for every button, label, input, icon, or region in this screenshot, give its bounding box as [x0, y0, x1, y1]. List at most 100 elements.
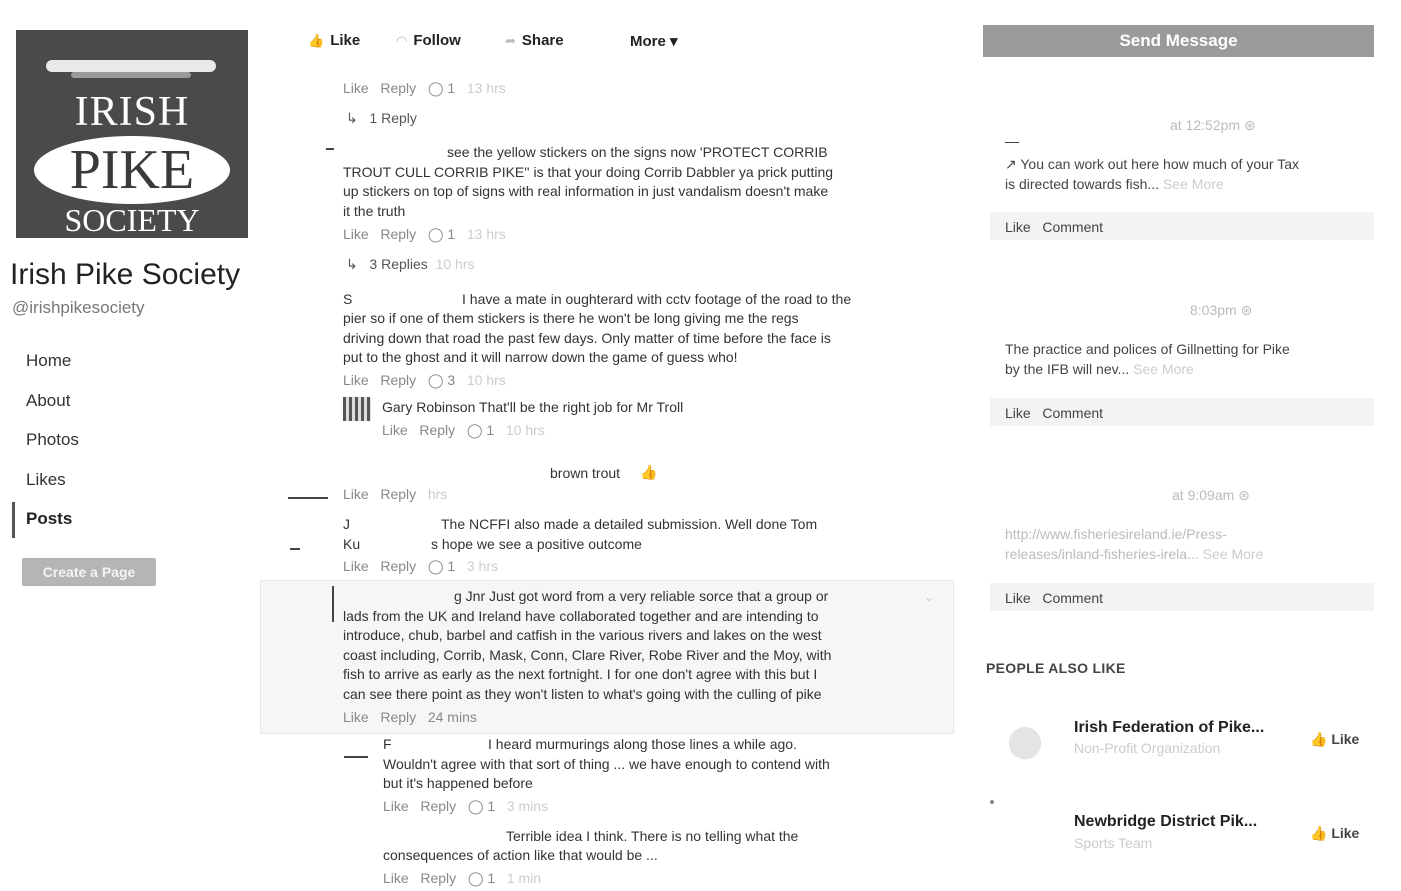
- comment-text: coast including, Corrib, Mask, Conn, Cla…: [343, 647, 832, 663]
- comment-time[interactable]: 3 mins: [507, 798, 548, 814]
- avatar[interactable]: [344, 756, 368, 758]
- comment-time[interactable]: 3 hrs: [467, 558, 498, 574]
- comment-like-link[interactable]: Like: [343, 372, 369, 388]
- post-comment-button[interactable]: Comment: [1042, 590, 1103, 606]
- comment-like-link[interactable]: Like: [343, 80, 369, 96]
- post-time-label: 8:03pm: [1190, 302, 1237, 318]
- comment-time[interactable]: 10 hrs: [506, 422, 545, 438]
- post-link-text[interactable]: http://www.fisheriesireland.ie/Press-: [1005, 524, 1227, 544]
- post-actions: Like Comment: [1005, 405, 1103, 421]
- avatar[interactable]: [332, 586, 334, 622]
- comment-like-link[interactable]: Like: [343, 226, 369, 242]
- share-arrow-icon: ➦: [505, 33, 516, 48]
- avatar[interactable]: [288, 497, 328, 499]
- share-button[interactable]: ➦ Share: [505, 32, 564, 49]
- comment-like-link[interactable]: Like: [343, 709, 369, 725]
- comment-text: The NCFFI also made a detailed submissio…: [441, 516, 818, 532]
- comment-reply-link[interactable]: Reply: [380, 558, 416, 574]
- post-actions: Like Comment: [1005, 219, 1103, 235]
- comment-reply-link[interactable]: Reply: [420, 798, 456, 814]
- comment-text: up stickers on top of signs with real in…: [343, 183, 829, 199]
- thumbs-up-icon: 👍: [640, 464, 658, 480]
- comment-like-link[interactable]: Like: [343, 486, 369, 502]
- comment-author[interactable]: J: [343, 515, 350, 535]
- like-count: 1: [447, 80, 456, 96]
- nav-about[interactable]: About: [26, 391, 70, 411]
- comment-meta: Like Reply ◯ 1 13 hrs: [343, 80, 506, 97]
- comment-time[interactable]: 24 mins: [428, 709, 477, 725]
- see-more-link[interactable]: See More: [1163, 176, 1224, 192]
- reply-arrow-icon: ↳: [346, 110, 358, 126]
- post-like-button[interactable]: Like: [1005, 219, 1031, 235]
- post-link-text[interactable]: releases/inland-fisheries-irela...: [1005, 546, 1199, 562]
- post-like-button[interactable]: Like: [1005, 590, 1031, 606]
- page-title[interactable]: Irish Pike Society: [10, 258, 240, 292]
- post-time[interactable]: 8:03pm ⊛: [1190, 302, 1252, 319]
- post-time[interactable]: at 9:09am ⊛: [1172, 487, 1250, 504]
- link-icon: ↗: [1005, 156, 1017, 172]
- comment-reply-link[interactable]: Reply: [380, 372, 416, 388]
- see-more-link[interactable]: See More: [1203, 546, 1264, 562]
- reply-text: I heard murmurings along those lines a w…: [488, 736, 797, 752]
- comment-like-link[interactable]: Like: [383, 798, 409, 814]
- page-handle[interactable]: @irishpikesociety: [12, 298, 145, 318]
- post-comment-button[interactable]: Comment: [1042, 405, 1103, 421]
- comment-time[interactable]: 13 hrs: [467, 80, 506, 96]
- comment-like-link[interactable]: Like: [382, 422, 408, 438]
- post-comment-button[interactable]: Comment: [1042, 219, 1103, 235]
- page-logo[interactable]: IRISH PIKE SOCIETY: [16, 30, 248, 238]
- comment-time[interactable]: 1 min: [507, 870, 541, 886]
- reply-text: Gary Robinson That'll be the right job f…: [382, 399, 684, 415]
- logo-text-irish: IRISH: [74, 89, 190, 135]
- comment-meta: Like Reply hrs: [343, 486, 447, 502]
- create-page-button[interactable]: Create a Page: [22, 558, 156, 586]
- view-replies-link[interactable]: ↳ 3 Replies 10 hrs: [346, 256, 474, 273]
- comment-reply-link[interactable]: Reply: [419, 422, 455, 438]
- like-page-button[interactable]: 👍 Like: [308, 32, 360, 49]
- comment-reply-link[interactable]: Reply: [380, 226, 416, 242]
- comment-time[interactable]: hrs: [428, 486, 447, 502]
- more-button[interactable]: More ▾: [630, 32, 678, 50]
- comment-author[interactable]: F: [383, 735, 392, 755]
- nav-likes[interactable]: Likes: [26, 470, 66, 490]
- nav-home[interactable]: Home: [26, 351, 71, 371]
- page-thumbnail[interactable]: [1000, 712, 1050, 764]
- comment-text: introduce, chub, barbel and catfish in t…: [343, 627, 822, 643]
- nav-photos[interactable]: Photos: [26, 430, 79, 450]
- send-message-button[interactable]: Send Message: [983, 25, 1374, 57]
- like-count-icon: ◯: [427, 372, 444, 388]
- post-time-label: at 12:52pm: [1170, 117, 1241, 133]
- like-label: Like: [1331, 825, 1360, 841]
- see-more-link[interactable]: See More: [1133, 361, 1194, 377]
- reply-meta: Like Reply ◯ 1 10 hrs: [382, 422, 545, 439]
- comment-like-link[interactable]: Like: [343, 558, 369, 574]
- comment-time[interactable]: 10 hrs: [467, 372, 506, 388]
- avatar[interactable]: [1005, 142, 1019, 143]
- avatar[interactable]: [290, 548, 300, 550]
- suggested-page-name[interactable]: Irish Federation of Pike...: [1074, 719, 1264, 737]
- follow-button[interactable]: ◠ Follow: [396, 32, 461, 49]
- suggested-page-category: Sports Team: [1074, 835, 1153, 851]
- post-like-button[interactable]: Like: [1005, 405, 1031, 421]
- avatar[interactable]: [326, 148, 334, 150]
- view-replies-link[interactable]: ↳ 1 Reply: [346, 110, 417, 127]
- comment-like-link[interactable]: Like: [383, 870, 409, 886]
- comment-reply-link[interactable]: Reply: [380, 80, 416, 96]
- nav-posts[interactable]: Posts: [26, 509, 72, 529]
- avatar[interactable]: [343, 397, 371, 421]
- post-time[interactable]: at 12:52pm ⊛: [1170, 117, 1256, 134]
- post-time-label: at 9:09am: [1172, 487, 1235, 503]
- comment-time[interactable]: 13 hrs: [467, 226, 506, 242]
- like-count-icon: ◯: [427, 226, 444, 242]
- comment-reply-link[interactable]: Reply: [380, 709, 416, 725]
- page-thumbnail[interactable]: [990, 800, 994, 804]
- share-label: Share: [521, 32, 564, 49]
- suggested-page-like-button[interactable]: 👍 Like: [1310, 825, 1359, 842]
- comment-author[interactable]: S: [343, 290, 352, 310]
- comment-author[interactable]: Ku: [343, 535, 360, 555]
- comment-reply-link[interactable]: Reply: [420, 870, 456, 886]
- chevron-down-icon[interactable]: ⌄: [924, 590, 934, 604]
- suggested-page-like-button[interactable]: 👍 Like: [1310, 731, 1359, 748]
- suggested-page-name[interactable]: Newbridge District Pik...: [1074, 813, 1257, 831]
- comment-reply-link[interactable]: Reply: [380, 486, 416, 502]
